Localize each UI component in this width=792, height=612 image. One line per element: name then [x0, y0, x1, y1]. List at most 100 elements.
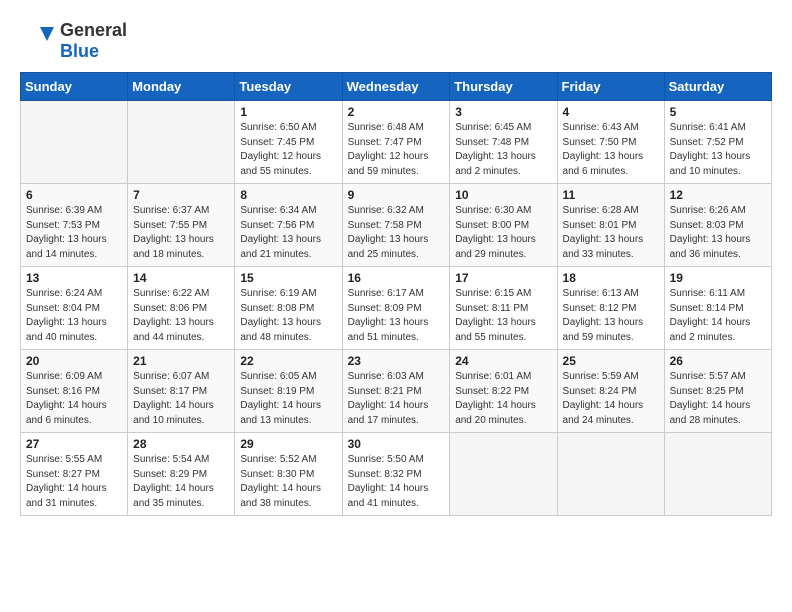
logo-svg: [20, 23, 56, 59]
calendar-cell: 17 Sunrise: 6:15 AM Sunset: 8:11 PM Dayli…: [450, 267, 557, 350]
calendar-cell: 4 Sunrise: 6:43 AM Sunset: 7:50 PM Daylig…: [557, 101, 664, 184]
calendar-cell: 6Sunrise: 6:39 AM Sunset: 7:53 PM Daylig…: [21, 184, 128, 267]
week-row-0: 1 Sunrise: 6:50 AM Sunset: 7:45 PM Daylig…: [21, 101, 772, 184]
day-number: 4: [563, 105, 659, 119]
day-info: Sunrise: 5:54 AM Sunset: 8:29 PM Dayligh…: [133, 453, 229, 511]
day-number: 24: [455, 354, 551, 368]
header-day-thursday: Thursday: [450, 73, 557, 101]
calendar-cell: 14 Sunrise: 6:22 AM Sunset: 8:06 PM Dayli…: [128, 267, 235, 350]
calendar-cell: 28Sunrise: 5:54 AM Sunset: 8:29 PM Dayli…: [128, 433, 235, 516]
day-info: Sunrise: 5:57 AM Sunset: 8:25 PM Dayligh…: [670, 370, 766, 428]
day-info: Sunrise: 6:17 AM Sunset: 8:09 PM Dayligh…: [348, 287, 445, 345]
header-day-saturday: Saturday: [664, 73, 771, 101]
day-number: 29: [240, 437, 336, 451]
calendar-cell: [21, 101, 128, 184]
calendar-cell: 26 Sunrise: 5:57 AM Sunset: 8:25 PM Dayli…: [664, 350, 771, 433]
day-number: 13: [26, 271, 122, 285]
day-info: Sunrise: 6:32 AM Sunset: 7:58 PM Dayligh…: [348, 204, 445, 262]
day-info: Sunrise: 6:43 AM Sunset: 7:50 PM Dayligh…: [563, 121, 659, 179]
day-number: 1: [240, 105, 336, 119]
day-info: Sunrise: 6:41 AM Sunset: 7:52 PM Dayligh…: [670, 121, 766, 179]
calendar-cell: 11Sunrise: 6:28 AM Sunset: 8:01 PM Dayli…: [557, 184, 664, 267]
day-number: 5: [670, 105, 766, 119]
day-number: 27: [26, 437, 122, 451]
calendar-cell: 24Sunrise: 6:01 AM Sunset: 8:22 PM Dayli…: [450, 350, 557, 433]
header-day-wednesday: Wednesday: [342, 73, 450, 101]
day-info: Sunrise: 6:19 AM Sunset: 8:08 PM Dayligh…: [240, 287, 336, 345]
calendar-cell: 27 Sunrise: 5:55 AM Sunset: 8:27 PM Dayli…: [21, 433, 128, 516]
calendar-cell: [557, 433, 664, 516]
day-info: Sunrise: 5:50 AM Sunset: 8:32 PM Dayligh…: [348, 453, 445, 511]
day-number: 20: [26, 354, 122, 368]
day-info: Sunrise: 6:13 AM Sunset: 8:12 PM Dayligh…: [563, 287, 659, 345]
day-info: Sunrise: 6:11 AM Sunset: 8:14 PM Dayligh…: [670, 287, 766, 345]
header-day-friday: Friday: [557, 73, 664, 101]
calendar-cell: 20 Sunrise: 6:09 AM Sunset: 8:16 PM Dayli…: [21, 350, 128, 433]
calendar-cell: 7 Sunrise: 6:37 AM Sunset: 7:55 PM Daylig…: [128, 184, 235, 267]
day-number: 21: [133, 354, 229, 368]
day-info: Sunrise: 5:59 AM Sunset: 8:24 PM Dayligh…: [563, 370, 659, 428]
day-info: Sunrise: 6:28 AM Sunset: 8:01 PM Dayligh…: [563, 204, 659, 262]
header-day-sunday: Sunday: [21, 73, 128, 101]
day-number: 18: [563, 271, 659, 285]
calendar-cell: 2 Sunrise: 6:48 AM Sunset: 7:47 PM Daylig…: [342, 101, 450, 184]
day-number: 15: [240, 271, 336, 285]
calendar-cell: [664, 433, 771, 516]
day-number: 12: [670, 188, 766, 202]
calendar-cell: 9 Sunrise: 6:32 AM Sunset: 7:58 PM Daylig…: [342, 184, 450, 267]
calendar-table: SundayMondayTuesdayWednesdayThursdayFrid…: [20, 72, 772, 516]
day-number: 17: [455, 271, 551, 285]
day-number: 30: [348, 437, 445, 451]
day-info: Sunrise: 6:30 AM Sunset: 8:00 PM Dayligh…: [455, 204, 551, 262]
day-info: Sunrise: 6:15 AM Sunset: 8:11 PM Dayligh…: [455, 287, 551, 345]
calendar-cell: 3 Sunrise: 6:45 AM Sunset: 7:48 PM Daylig…: [450, 101, 557, 184]
calendar-body: 1 Sunrise: 6:50 AM Sunset: 7:45 PM Daylig…: [21, 101, 772, 516]
day-info: Sunrise: 5:55 AM Sunset: 8:27 PM Dayligh…: [26, 453, 122, 511]
calendar-cell: 16Sunrise: 6:17 AM Sunset: 8:09 PM Dayli…: [342, 267, 450, 350]
day-number: 26: [670, 354, 766, 368]
day-info: Sunrise: 6:50 AM Sunset: 7:45 PM Dayligh…: [240, 121, 336, 179]
calendar-cell: 18 Sunrise: 6:13 AM Sunset: 8:12 PM Dayli…: [557, 267, 664, 350]
calendar-cell: 21 Sunrise: 6:07 AM Sunset: 8:17 PM Dayli…: [128, 350, 235, 433]
calendar-cell: [450, 433, 557, 516]
day-info: Sunrise: 6:48 AM Sunset: 7:47 PM Dayligh…: [348, 121, 445, 179]
calendar-cell: 5 Sunrise: 6:41 AM Sunset: 7:52 PM Daylig…: [664, 101, 771, 184]
day-info: Sunrise: 6:22 AM Sunset: 8:06 PM Dayligh…: [133, 287, 229, 345]
calendar-cell: 13 Sunrise: 6:24 AM Sunset: 8:04 PM Dayli…: [21, 267, 128, 350]
day-info: Sunrise: 5:52 AM Sunset: 8:30 PM Dayligh…: [240, 453, 336, 511]
day-info: Sunrise: 6:24 AM Sunset: 8:04 PM Dayligh…: [26, 287, 122, 345]
week-row-2: 13 Sunrise: 6:24 AM Sunset: 8:04 PM Dayli…: [21, 267, 772, 350]
calendar-cell: 22Sunrise: 6:05 AM Sunset: 8:19 PM Dayli…: [235, 350, 342, 433]
calendar-cell: 25Sunrise: 5:59 AM Sunset: 8:24 PM Dayli…: [557, 350, 664, 433]
logo-blue: Blue: [60, 41, 99, 61]
day-info: Sunrise: 6:09 AM Sunset: 8:16 PM Dayligh…: [26, 370, 122, 428]
calendar-cell: 1 Sunrise: 6:50 AM Sunset: 7:45 PM Daylig…: [235, 101, 342, 184]
logo: GeneralBlue: [20, 20, 127, 62]
day-info: Sunrise: 6:45 AM Sunset: 7:48 PM Dayligh…: [455, 121, 551, 179]
calendar-header: SundayMondayTuesdayWednesdayThursdayFrid…: [21, 73, 772, 101]
day-info: Sunrise: 6:07 AM Sunset: 8:17 PM Dayligh…: [133, 370, 229, 428]
day-info: Sunrise: 6:34 AM Sunset: 7:56 PM Dayligh…: [240, 204, 336, 262]
day-info: Sunrise: 6:26 AM Sunset: 8:03 PM Dayligh…: [670, 204, 766, 262]
calendar-cell: 30 Sunrise: 5:50 AM Sunset: 8:32 PM Dayli…: [342, 433, 450, 516]
calendar-cell: 8 Sunrise: 6:34 AM Sunset: 7:56 PM Daylig…: [235, 184, 342, 267]
day-number: 7: [133, 188, 229, 202]
day-number: 3: [455, 105, 551, 119]
day-number: 2: [348, 105, 445, 119]
page-header: GeneralBlue: [20, 20, 772, 62]
logo-general: General: [60, 20, 127, 40]
calendar-cell: 29 Sunrise: 5:52 AM Sunset: 8:30 PM Dayli…: [235, 433, 342, 516]
day-number: 9: [348, 188, 445, 202]
day-number: 22: [240, 354, 336, 368]
day-info: Sunrise: 6:37 AM Sunset: 7:55 PM Dayligh…: [133, 204, 229, 262]
calendar-cell: [128, 101, 235, 184]
calendar-cell: 15 Sunrise: 6:19 AM Sunset: 8:08 PM Dayli…: [235, 267, 342, 350]
day-number: 8: [240, 188, 336, 202]
header-day-monday: Monday: [128, 73, 235, 101]
calendar-cell: 19Sunrise: 6:11 AM Sunset: 8:14 PM Dayli…: [664, 267, 771, 350]
calendar-cell: 12 Sunrise: 6:26 AM Sunset: 8:03 PM Dayli…: [664, 184, 771, 267]
week-row-1: 6Sunrise: 6:39 AM Sunset: 7:53 PM Daylig…: [21, 184, 772, 267]
week-row-4: 27 Sunrise: 5:55 AM Sunset: 8:27 PM Dayli…: [21, 433, 772, 516]
calendar-cell: 23Sunrise: 6:03 AM Sunset: 8:21 PM Dayli…: [342, 350, 450, 433]
day-number: 14: [133, 271, 229, 285]
